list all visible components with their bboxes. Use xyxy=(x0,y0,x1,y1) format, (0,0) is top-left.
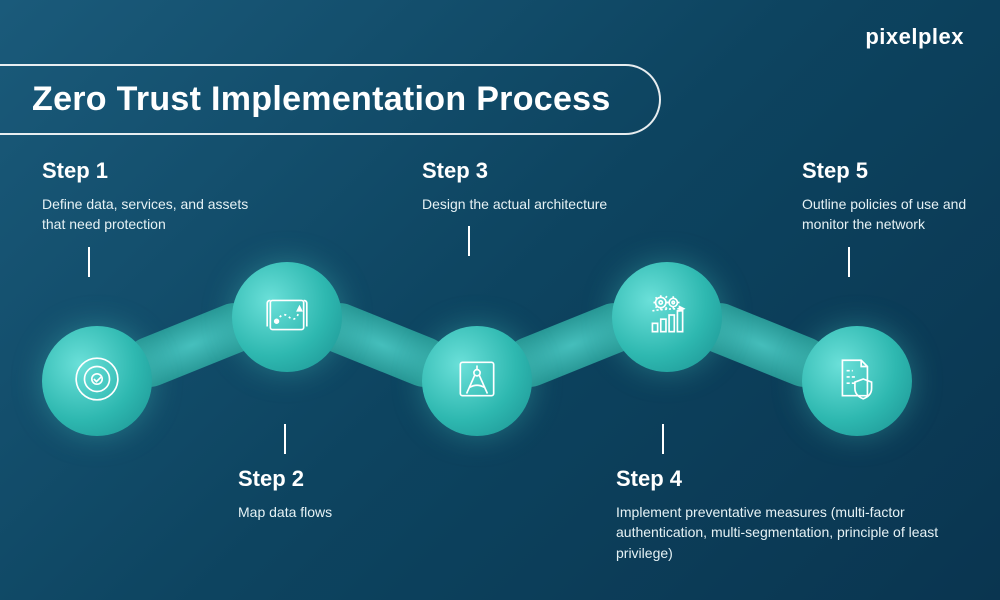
step-5-block: Step 5 Outline policies of use and monit… xyxy=(802,158,1000,277)
step-2-desc: Map data flows xyxy=(238,502,418,522)
step-1-desc: Define data, services, and assets that n… xyxy=(42,194,252,235)
step-2-label: Step 2 xyxy=(238,466,418,492)
step-5-desc: Outline policies of use and monitor the … xyxy=(802,194,1000,235)
gears-barchart-icon xyxy=(642,290,692,345)
step-1-block: Step 1 Define data, services, and assets… xyxy=(42,158,252,277)
target-check-icon xyxy=(72,354,122,409)
step-4-label: Step 4 xyxy=(616,466,956,492)
compass-blueprint-icon xyxy=(452,354,502,409)
node-step-4 xyxy=(612,262,722,372)
step-5-label: Step 5 xyxy=(802,158,1000,184)
document-shield-icon xyxy=(832,354,882,409)
tick-line xyxy=(662,424,664,454)
step-3-block: Step 3 Design the actual architecture xyxy=(422,158,632,256)
tick-line xyxy=(88,247,90,277)
node-step-1 xyxy=(42,326,152,436)
node-step-5 xyxy=(802,326,912,436)
map-route-icon xyxy=(262,290,312,345)
step-4-block: Step 4 Implement preventative measures (… xyxy=(616,424,956,563)
step-1-label: Step 1 xyxy=(42,158,252,184)
node-step-3 xyxy=(422,326,532,436)
tick-line xyxy=(848,247,850,277)
step-3-label: Step 3 xyxy=(422,158,632,184)
step-2-block: Step 2 Map data flows xyxy=(238,424,418,522)
page-title: Zero Trust Implementation Process xyxy=(32,80,611,119)
title-pill: Zero Trust Implementation Process xyxy=(0,64,661,135)
step-3-desc: Design the actual architecture xyxy=(422,194,632,214)
step-4-desc: Implement preventative measures (multi-f… xyxy=(616,502,956,563)
tick-line xyxy=(284,424,286,454)
node-step-2 xyxy=(232,262,342,372)
tick-line xyxy=(468,226,470,256)
process-track xyxy=(42,292,962,412)
brand-logo: pixelplex xyxy=(865,24,964,50)
